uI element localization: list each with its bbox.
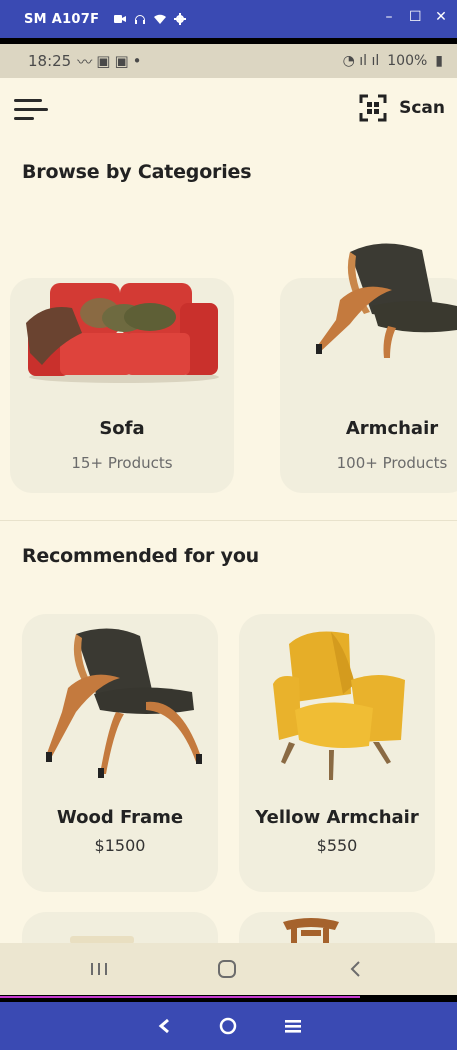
product-card-partial-2[interactable] [239,912,435,943]
product-name: Yellow Armchair [255,807,419,828]
signal-icon: ◔ ıl ıl [342,53,380,69]
host-back-icon[interactable] [152,1014,176,1038]
category-name: Sofa [99,418,145,439]
product-card-wood-frame[interactable]: Wood Frame $1500 [22,614,218,892]
category-name: Armchair [345,418,439,439]
settings-icon [174,13,187,25]
home-icon[interactable] [212,955,242,983]
host-menu-icon[interactable] [281,1014,305,1038]
youtube-icon-2: ▣ [114,52,129,70]
dot-icon: • [132,52,142,70]
wifi-icon [154,14,167,24]
status-time: 18:25 [28,52,72,70]
category-text-armchair: Armchair 100+ Products [297,78,457,578]
back-icon[interactable] [340,955,370,983]
bottom-accent-line [0,996,360,998]
category-count: 100+ Products [336,454,448,472]
window-status-icons [113,12,187,26]
call-icon: 〰 [77,52,93,71]
product-image-partial [70,936,134,943]
recent-apps-icon[interactable] [84,955,114,983]
recommended-title: Recommended for you [22,545,260,567]
headphones-icon [135,15,146,24]
phone-status-bar: 18:25 〰 ▣ ▣ • ◔ ıl ıl 100% ▮ [0,44,457,78]
product-price: $1500 [94,836,146,855]
product-card-partial[interactable] [22,912,218,943]
window-title-bar: SM A107F – ☐ ✕ [0,0,457,38]
youtube-icon: ▣ [96,52,111,70]
wood-frame-chair-image [46,628,202,778]
product-name: Wood Frame [56,807,184,828]
product-card-yellow-armchair[interactable]: Yellow Armchair $550 [239,614,435,892]
close-icon[interactable]: ✕ [435,10,447,24]
category-count: 15+ Products [71,454,173,472]
yellow-armchair-image [273,631,405,780]
battery-text: 100% [387,53,428,69]
window-title: SM A107F [24,11,100,27]
chair-image-partial [283,918,339,943]
video-icon [114,15,127,23]
product-price: $550 [316,836,358,855]
section-divider [0,520,457,521]
phone-nav-bar [0,943,457,995]
battery-icon: ▮ [435,53,443,69]
category-text-sofa: Sofa 15+ Products [10,78,234,578]
app-screen: Scan Browse by Categories Sofa 15+ Produ… [0,78,457,943]
host-control-bar [0,1002,457,1050]
host-home-icon[interactable] [216,1014,240,1038]
maximize-icon[interactable]: ☐ [409,10,422,24]
minimize-icon[interactable]: – [383,10,395,24]
